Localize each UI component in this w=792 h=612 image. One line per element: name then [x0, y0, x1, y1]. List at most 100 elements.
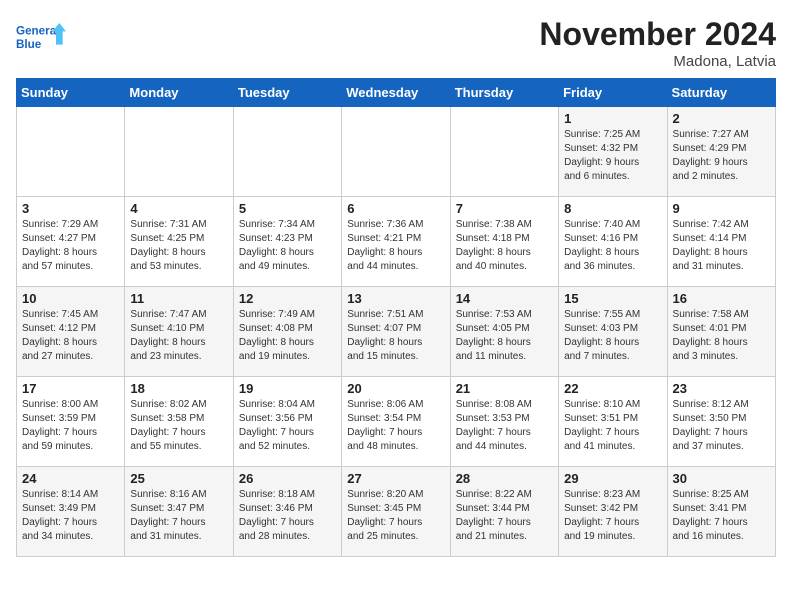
calendar-cell: 22 Sunrise: 8:10 AM Sunset: 3:51 PM Dayli…	[559, 377, 667, 467]
calendar-cell	[450, 107, 558, 197]
day-number: 12	[239, 291, 336, 306]
calendar-cell: 27Sunrise: 8:20 AM Sunset: 3:45 PM Dayli…	[342, 467, 450, 557]
calendar-cell: 18 Sunrise: 8:02 AM Sunset: 3:58 PM Dayli…	[125, 377, 233, 467]
day-number: 28	[456, 471, 553, 486]
calendar-week-row: 17Sunrise: 8:00 AM Sunset: 3:59 PM Dayli…	[17, 377, 776, 467]
calendar-cell: 25 Sunrise: 8:16 AM Sunset: 3:47 PM Dayli…	[125, 467, 233, 557]
day-info: Sunrise: 7:40 AM Sunset: 4:16 PM Dayligh…	[564, 218, 661, 274]
calendar-week-row: 24 Sunrise: 8:14 AM Sunset: 3:49 PM Dayli…	[17, 467, 776, 557]
calendar-cell	[125, 107, 233, 197]
day-number: 6	[347, 201, 444, 216]
day-number: 22	[564, 381, 661, 396]
calendar-cell: 24 Sunrise: 8:14 AM Sunset: 3:49 PM Dayli…	[17, 467, 125, 557]
day-number: 8	[564, 201, 661, 216]
day-header-wednesday: Wednesday	[342, 79, 450, 107]
calendar-cell	[233, 107, 341, 197]
day-number: 23	[673, 381, 770, 396]
day-header-monday: Monday	[125, 79, 233, 107]
day-number: 9	[673, 201, 770, 216]
calendar-cell: 1Sunrise: 7:25 AM Sunset: 4:32 PM Daylig…	[559, 107, 667, 197]
day-info: Sunrise: 7:51 AM Sunset: 4:07 PM Dayligh…	[347, 308, 444, 364]
day-info: Sunrise: 8:08 AM Sunset: 3:53 PM Dayligh…	[456, 398, 553, 454]
day-info: Sunrise: 8:23 AM Sunset: 3:42 PM Dayligh…	[564, 488, 661, 544]
day-number: 14	[456, 291, 553, 306]
day-number: 13	[347, 291, 444, 306]
calendar-cell: 19Sunrise: 8:04 AM Sunset: 3:56 PM Dayli…	[233, 377, 341, 467]
day-info: Sunrise: 7:49 AM Sunset: 4:08 PM Dayligh…	[239, 308, 336, 364]
calendar-cell: 11 Sunrise: 7:47 AM Sunset: 4:10 PM Dayli…	[125, 287, 233, 377]
calendar-cell: 20 Sunrise: 8:06 AM Sunset: 3:54 PM Dayli…	[342, 377, 450, 467]
calendar-cell: 30Sunrise: 8:25 AM Sunset: 3:41 PM Dayli…	[667, 467, 775, 557]
day-info: Sunrise: 8:16 AM Sunset: 3:47 PM Dayligh…	[130, 488, 227, 544]
day-number: 15	[564, 291, 661, 306]
calendar-cell: 21 Sunrise: 8:08 AM Sunset: 3:53 PM Dayli…	[450, 377, 558, 467]
calendar-cell: 2 Sunrise: 7:27 AM Sunset: 4:29 PM Daylig…	[667, 107, 775, 197]
day-header-thursday: Thursday	[450, 79, 558, 107]
header: General Blue November 2024 Madona, Latvi…	[16, 16, 776, 70]
day-info: Sunrise: 8:12 AM Sunset: 3:50 PM Dayligh…	[673, 398, 770, 454]
calendar-cell: 15 Sunrise: 7:55 AM Sunset: 4:03 PM Dayli…	[559, 287, 667, 377]
logo: General Blue	[16, 16, 66, 60]
calendar-cell: 28 Sunrise: 8:22 AM Sunset: 3:44 PM Dayli…	[450, 467, 558, 557]
day-info: Sunrise: 8:02 AM Sunset: 3:58 PM Dayligh…	[130, 398, 227, 454]
day-number: 26	[239, 471, 336, 486]
calendar-body: 1Sunrise: 7:25 AM Sunset: 4:32 PM Daylig…	[17, 107, 776, 557]
day-info: Sunrise: 8:06 AM Sunset: 3:54 PM Dayligh…	[347, 398, 444, 454]
day-info: Sunrise: 8:25 AM Sunset: 3:41 PM Dayligh…	[673, 488, 770, 544]
calendar-cell: 13 Sunrise: 7:51 AM Sunset: 4:07 PM Dayli…	[342, 287, 450, 377]
day-number: 2	[673, 111, 770, 126]
calendar-cell: 7Sunrise: 7:38 AM Sunset: 4:18 PM Daylig…	[450, 197, 558, 287]
day-info: Sunrise: 7:47 AM Sunset: 4:10 PM Dayligh…	[130, 308, 227, 364]
calendar-cell: 23 Sunrise: 8:12 AM Sunset: 3:50 PM Dayli…	[667, 377, 775, 467]
calendar-cell: 29 Sunrise: 8:23 AM Sunset: 3:42 PM Dayli…	[559, 467, 667, 557]
calendar-week-row: 3Sunrise: 7:29 AM Sunset: 4:27 PM Daylig…	[17, 197, 776, 287]
day-number: 21	[456, 381, 553, 396]
day-info: Sunrise: 7:34 AM Sunset: 4:23 PM Dayligh…	[239, 218, 336, 274]
day-number: 25	[130, 471, 227, 486]
day-info: Sunrise: 7:36 AM Sunset: 4:21 PM Dayligh…	[347, 218, 444, 274]
day-number: 20	[347, 381, 444, 396]
day-number: 24	[22, 471, 119, 486]
calendar-cell: 12 Sunrise: 7:49 AM Sunset: 4:08 PM Dayli…	[233, 287, 341, 377]
day-number: 5	[239, 201, 336, 216]
day-number: 17	[22, 381, 119, 396]
calendar-cell: 14 Sunrise: 7:53 AM Sunset: 4:05 PM Dayli…	[450, 287, 558, 377]
day-number: 18	[130, 381, 227, 396]
day-header-sunday: Sunday	[17, 79, 125, 107]
calendar-cell: 3Sunrise: 7:29 AM Sunset: 4:27 PM Daylig…	[17, 197, 125, 287]
day-number: 10	[22, 291, 119, 306]
day-info: Sunrise: 7:42 AM Sunset: 4:14 PM Dayligh…	[673, 218, 770, 274]
calendar-cell: 8 Sunrise: 7:40 AM Sunset: 4:16 PM Daylig…	[559, 197, 667, 287]
day-info: Sunrise: 7:55 AM Sunset: 4:03 PM Dayligh…	[564, 308, 661, 364]
calendar-week-row: 10Sunrise: 7:45 AM Sunset: 4:12 PM Dayli…	[17, 287, 776, 377]
logo-svg: General Blue	[16, 16, 66, 60]
day-number: 27	[347, 471, 444, 486]
day-header-saturday: Saturday	[667, 79, 775, 107]
calendar-cell	[17, 107, 125, 197]
calendar-week-row: 1Sunrise: 7:25 AM Sunset: 4:32 PM Daylig…	[17, 107, 776, 197]
calendar-cell	[342, 107, 450, 197]
day-number: 11	[130, 291, 227, 306]
calendar-cell: 5 Sunrise: 7:34 AM Sunset: 4:23 PM Daylig…	[233, 197, 341, 287]
day-header-tuesday: Tuesday	[233, 79, 341, 107]
day-number: 16	[673, 291, 770, 306]
day-number: 29	[564, 471, 661, 486]
calendar-header-row: SundayMondayTuesdayWednesdayThursdayFrid…	[17, 79, 776, 107]
day-number: 1	[564, 111, 661, 126]
svg-text:Blue: Blue	[16, 38, 42, 51]
day-info: Sunrise: 8:18 AM Sunset: 3:46 PM Dayligh…	[239, 488, 336, 544]
day-info: Sunrise: 8:22 AM Sunset: 3:44 PM Dayligh…	[456, 488, 553, 544]
day-info: Sunrise: 8:14 AM Sunset: 3:49 PM Dayligh…	[22, 488, 119, 544]
month-title: November 2024	[539, 16, 776, 53]
day-info: Sunrise: 7:29 AM Sunset: 4:27 PM Dayligh…	[22, 218, 119, 274]
calendar-cell: 16Sunrise: 7:58 AM Sunset: 4:01 PM Dayli…	[667, 287, 775, 377]
day-header-friday: Friday	[559, 79, 667, 107]
day-info: Sunrise: 7:27 AM Sunset: 4:29 PM Dayligh…	[673, 128, 770, 184]
calendar-cell: 6 Sunrise: 7:36 AM Sunset: 4:21 PM Daylig…	[342, 197, 450, 287]
subtitle: Madona, Latvia	[539, 53, 776, 70]
day-number: 7	[456, 201, 553, 216]
day-number: 4	[130, 201, 227, 216]
day-info: Sunrise: 8:10 AM Sunset: 3:51 PM Dayligh…	[564, 398, 661, 454]
day-info: Sunrise: 7:53 AM Sunset: 4:05 PM Dayligh…	[456, 308, 553, 364]
calendar-cell: 26 Sunrise: 8:18 AM Sunset: 3:46 PM Dayli…	[233, 467, 341, 557]
